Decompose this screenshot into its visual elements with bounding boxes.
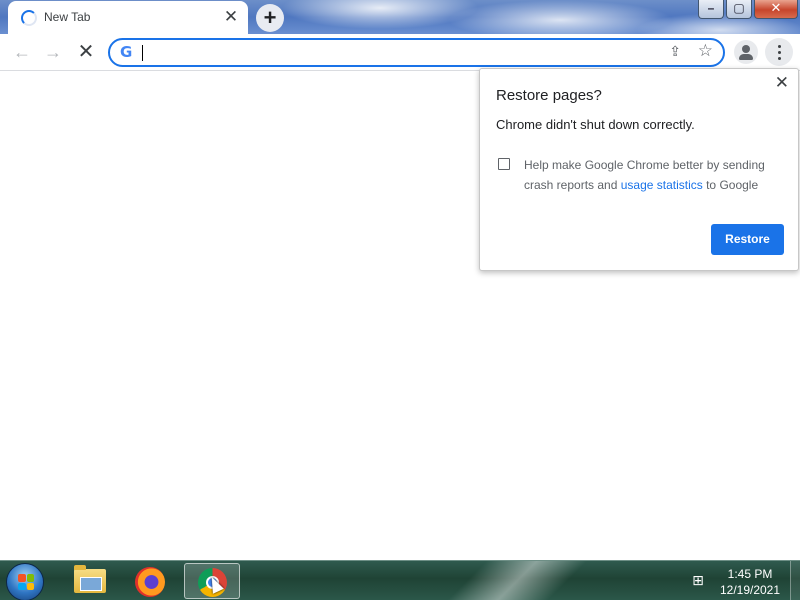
maximize-icon: ▢: [733, 1, 745, 15]
loading-spinner-icon: [21, 10, 37, 26]
profile-icon-body: [739, 54, 753, 60]
clock-date: 12/19/2021: [719, 583, 781, 597]
tab-close-icon[interactable]: ✕: [220, 6, 242, 28]
restore-button[interactable]: Restore: [711, 224, 784, 255]
profile-button[interactable]: [734, 40, 758, 64]
share-icon[interactable]: ⇪: [669, 43, 681, 60]
minimize-button[interactable]: –: [698, 0, 724, 19]
restore-pages-dialog: ✕ Restore pages? Chrome didn't shut down…: [479, 68, 799, 271]
taskbar-chrome[interactable]: [184, 563, 240, 599]
start-button[interactable]: [6, 563, 44, 600]
crash-report-checkbox[interactable]: [498, 158, 510, 170]
profile-icon: [742, 45, 750, 53]
bookmark-star-icon[interactable]: ☆: [698, 41, 713, 61]
google-icon: G: [120, 43, 133, 61]
kebab-dot-icon: [777, 45, 781, 48]
close-window-button[interactable]: ✕: [754, 0, 798, 19]
taskbar-explorer[interactable]: [62, 563, 118, 599]
address-bar[interactable]: G ⇪ ☆: [108, 38, 725, 67]
system-clock[interactable]: 1:45 PM 12/19/2021: [712, 566, 788, 598]
clock-time: 1:45 PM: [727, 567, 773, 581]
firefox-icon: [135, 567, 165, 597]
dialog-close-icon[interactable]: ✕: [775, 73, 789, 93]
dialog-title: Restore pages?: [496, 87, 602, 104]
kebab-dot-icon: [777, 51, 781, 54]
tab-strip: New Tab ✕ + – ▢ ✕: [0, 0, 800, 34]
checkbox-text-after: to Google: [702, 178, 759, 192]
tab-title: New Tab: [44, 10, 91, 24]
address-input[interactable]: [142, 43, 652, 62]
back-button[interactable]: ←: [8, 38, 36, 66]
maximize-button[interactable]: ▢: [726, 0, 752, 19]
chrome-menu-button[interactable]: [765, 38, 793, 66]
stop-loading-button[interactable]: ✕: [72, 38, 100, 66]
folder-icon: [74, 565, 106, 593]
crash-report-label: Help make Google Chrome better by sendin…: [524, 155, 784, 195]
network-icon[interactable]: ⊞: [690, 572, 706, 588]
new-tab-button[interactable]: +: [256, 4, 284, 32]
tab-new-tab[interactable]: New Tab ✕: [8, 1, 248, 34]
window-controls: – ▢ ✕: [698, 0, 798, 20]
close-icon: ✕: [770, 0, 782, 15]
show-desktop-button[interactable]: [790, 561, 800, 600]
minimize-icon: –: [707, 1, 715, 15]
forward-button[interactable]: →: [39, 38, 67, 66]
windows-flag-icon: [18, 574, 34, 590]
windows-taskbar: ⊞ 1:45 PM 12/19/2021: [0, 560, 800, 600]
usage-statistics-link[interactable]: usage statistics: [621, 178, 703, 192]
taskbar-firefox[interactable]: [122, 563, 178, 599]
kebab-dot-icon: [777, 57, 781, 60]
dialog-message: Chrome didn't shut down correctly.: [496, 117, 695, 132]
browser-toolbar: ← → ✕ G ⇪ ☆: [0, 34, 800, 71]
